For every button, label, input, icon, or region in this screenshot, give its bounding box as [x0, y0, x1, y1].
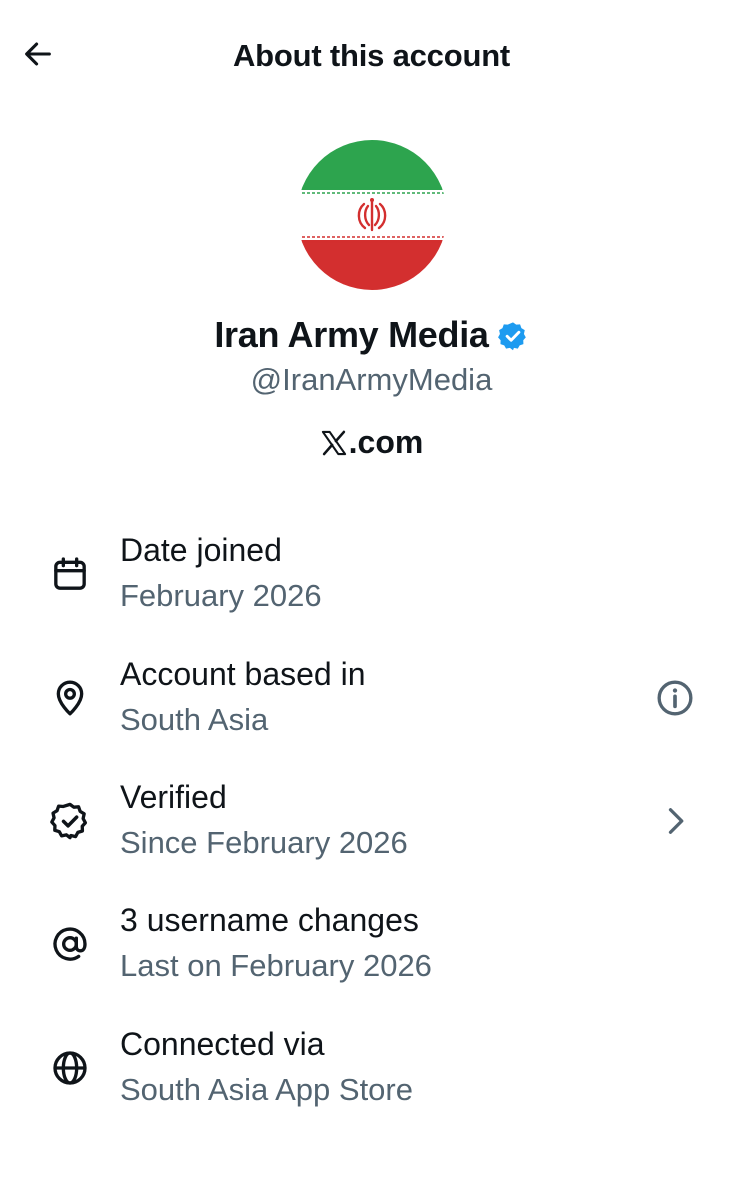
- location-pin-icon-wrap: [48, 676, 92, 720]
- row-title: Verified: [120, 779, 227, 815]
- verified-badge-icon[interactable]: [497, 320, 529, 352]
- verified-check-icon: [50, 802, 88, 840]
- verified-details-chevron[interactable]: [651, 797, 699, 845]
- at-sign-icon: [53, 927, 87, 961]
- row-subtitle: Last on February 2026: [120, 948, 432, 983]
- page-title: About this account: [232, 38, 511, 73]
- profile-avatar[interactable]: [297, 140, 447, 290]
- row-subtitle: February 2026: [120, 578, 322, 613]
- info-row-connected-via: Connected via South Asia App Store: [0, 1024, 743, 1134]
- calendar-icon-wrap: [48, 552, 92, 596]
- row-title: Date joined: [120, 532, 282, 568]
- row-title: Account based in: [120, 656, 366, 692]
- info-row-account-based-in: Account based in South Asia: [0, 654, 743, 764]
- calendar-icon: [54, 557, 86, 590]
- info-button[interactable]: [651, 674, 699, 722]
- site-label[interactable]: .com: [0, 424, 743, 461]
- info-row-date-joined: Date joined February 2026: [0, 530, 743, 640]
- info-row-username-changes: 3 username changes Last on February 2026: [0, 900, 743, 1010]
- profile-name-row: Iran Army Media: [0, 314, 743, 356]
- chevron-right-icon: [668, 808, 684, 834]
- row-title: 3 username changes: [120, 902, 419, 938]
- top-bar: About this account: [0, 0, 743, 112]
- profile-handle: @IranArmyMedia: [250, 362, 493, 397]
- info-row-verified[interactable]: Verified Since February 2026: [0, 777, 743, 887]
- row-subtitle: South Asia App Store: [120, 1072, 413, 1107]
- verified-check-icon-wrap: [48, 799, 92, 843]
- profile-name: Iran Army Media: [214, 314, 489, 355]
- location-pin-icon: [56, 680, 84, 716]
- x-logo-icon: [321, 430, 346, 455]
- globe-icon-wrap: [48, 1046, 92, 1090]
- row-title: Connected via: [120, 1026, 325, 1062]
- globe-icon: [53, 1051, 87, 1085]
- info-icon: [657, 680, 693, 716]
- iran-flag-avatar: [297, 140, 447, 290]
- row-subtitle: South Asia: [120, 702, 269, 737]
- at-sign-icon-wrap: [48, 922, 92, 966]
- site-label-text: .com: [348, 424, 424, 460]
- row-subtitle: Since February 2026: [120, 825, 408, 860]
